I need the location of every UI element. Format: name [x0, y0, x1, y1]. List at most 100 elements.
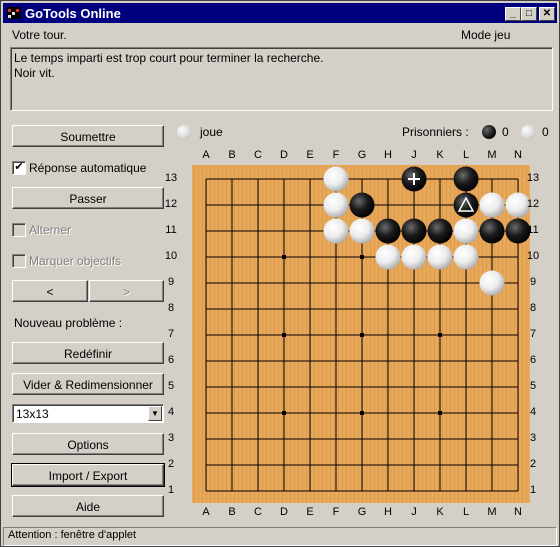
black-stone-M11[interactable] [479, 218, 505, 244]
row-label-left-8: 8 [167, 302, 175, 314]
row-label-left-9: 9 [167, 276, 175, 288]
column-label-top-N: N [514, 149, 522, 161]
column-label-bottom-C: C [254, 506, 262, 518]
row-label-right-5: 5 [529, 380, 537, 392]
row-label-left-7: 7 [167, 328, 175, 340]
row-label-right-12: 12 [526, 198, 540, 210]
column-label-top-E: E [306, 149, 314, 161]
hoshi-point-K7 [438, 333, 442, 337]
window-title: GoTools Online [25, 6, 121, 21]
black-stone-disc [427, 218, 453, 244]
hoshi-point-G4 [360, 411, 364, 415]
new-problem-label: Nouveau problème : [14, 316, 123, 330]
chevron-down-icon[interactable]: ▼ [148, 406, 162, 421]
white-stone-disc [323, 218, 349, 244]
close-icon: ✕ [542, 8, 552, 19]
hoshi-point-D7 [282, 333, 286, 337]
row-label-left-11: 11 [165, 224, 177, 236]
column-label-top-A: A [202, 149, 210, 161]
message-area[interactable]: Le temps imparti est trop court pour ter… [10, 47, 553, 111]
column-label-bottom-B: B [228, 506, 236, 518]
black-stone-disc [479, 218, 505, 244]
minimize-icon: _ [510, 8, 516, 19]
pass-button[interactable]: Passer [12, 187, 164, 209]
white-stone-G11[interactable] [349, 218, 375, 244]
white-stone-disc [323, 192, 349, 218]
import-export-button[interactable]: Import / Export [11, 463, 165, 487]
board-size-value: 13x13 [16, 407, 49, 421]
submit-button[interactable]: Soumettre [12, 125, 164, 147]
row-label-right-13: 13 [526, 172, 540, 184]
black-prisoners-icon [482, 125, 496, 139]
white-stone-F11[interactable] [323, 218, 349, 244]
row-label-right-8: 8 [529, 302, 537, 314]
row-label-left-1: 1 [167, 484, 175, 496]
column-label-bottom-J: J [411, 506, 417, 518]
row-label-left-5: 5 [167, 380, 175, 392]
white-stone-disc [453, 218, 479, 244]
column-label-top-B: B [228, 149, 236, 161]
black-stone-K11[interactable] [427, 218, 453, 244]
white-stone-disc [375, 244, 401, 270]
alternate-label: Alterner [29, 223, 72, 237]
help-button[interactable]: Aide [12, 495, 164, 517]
previous-button[interactable]: < [12, 280, 88, 302]
column-label-top-K: K [436, 149, 444, 161]
options-button[interactable]: Options [12, 433, 164, 455]
maximize-button[interactable]: □ [521, 7, 537, 21]
board-size-select[interactable]: 13x13 ▼ [12, 404, 164, 423]
row-label-left-10: 10 [164, 250, 178, 262]
column-label-top-D: D [280, 149, 288, 161]
white-stone-J10[interactable] [401, 244, 427, 270]
black-stone-L13[interactable] [453, 166, 479, 192]
black-stone-disc [401, 218, 427, 244]
message-line-2: Noir vit. [14, 66, 55, 80]
status-bar: Attention : fenêtre d'applet [3, 527, 557, 546]
auto-reply-checkbox[interactable]: ✔ [12, 161, 26, 175]
minimize-button[interactable]: _ [505, 7, 521, 21]
row-label-left-6: 6 [167, 354, 175, 366]
mode-label: Mode jeu [461, 28, 511, 42]
column-label-bottom-E: E [306, 506, 314, 518]
checkmark-icon: ✔ [14, 161, 24, 173]
column-label-bottom-D: D [280, 506, 288, 518]
row-label-left-3: 3 [167, 432, 175, 444]
white-prisoners-count: 0 [542, 125, 549, 139]
black-stone-H11[interactable] [375, 218, 401, 244]
white-stone-disc [479, 270, 505, 296]
hoshi-point-G10 [360, 255, 364, 259]
white-stone-F12[interactable] [323, 192, 349, 218]
column-label-bottom-K: K [436, 506, 444, 518]
black-stone-J13[interactable] [401, 166, 427, 192]
white-stone-M9[interactable] [479, 270, 505, 296]
clear-resize-button[interactable]: Vider & Redimensionner [12, 373, 164, 395]
row-label-left-2: 2 [167, 458, 175, 470]
go-board[interactable] [192, 165, 530, 503]
black-stone-disc [375, 218, 401, 244]
column-label-top-C: C [254, 149, 262, 161]
close-button[interactable]: ✕ [539, 7, 555, 21]
white-stone-L10[interactable] [453, 244, 479, 270]
white-stone-L11[interactable] [453, 218, 479, 244]
hoshi-point-D10 [282, 255, 286, 259]
next-button[interactable]: > [89, 280, 164, 302]
alternate-checkbox[interactable] [12, 223, 26, 237]
hoshi-point-G7 [360, 333, 364, 337]
title-bar[interactable]: GoTools Online _ □ ✕ [3, 3, 557, 23]
column-label-top-F: F [332, 149, 340, 161]
to-play-label: joue [200, 125, 223, 139]
black-stone-G12[interactable] [349, 192, 375, 218]
reset-button[interactable]: Redéfinir [12, 342, 164, 364]
white-stone-M12[interactable] [479, 192, 505, 218]
black-stone-J11[interactable] [401, 218, 427, 244]
row-label-right-9: 9 [529, 276, 537, 288]
white-stone-K10[interactable] [427, 244, 453, 270]
column-label-bottom-M: M [487, 506, 497, 518]
mark-goals-checkbox[interactable] [12, 254, 26, 268]
white-stone-disc [453, 244, 479, 270]
to-play-white-stone-icon [177, 125, 191, 139]
turn-status: Votre tour. [12, 28, 67, 42]
black-stone-L12[interactable] [453, 192, 479, 218]
white-stone-H10[interactable] [375, 244, 401, 270]
white-stone-F13[interactable] [323, 166, 349, 192]
